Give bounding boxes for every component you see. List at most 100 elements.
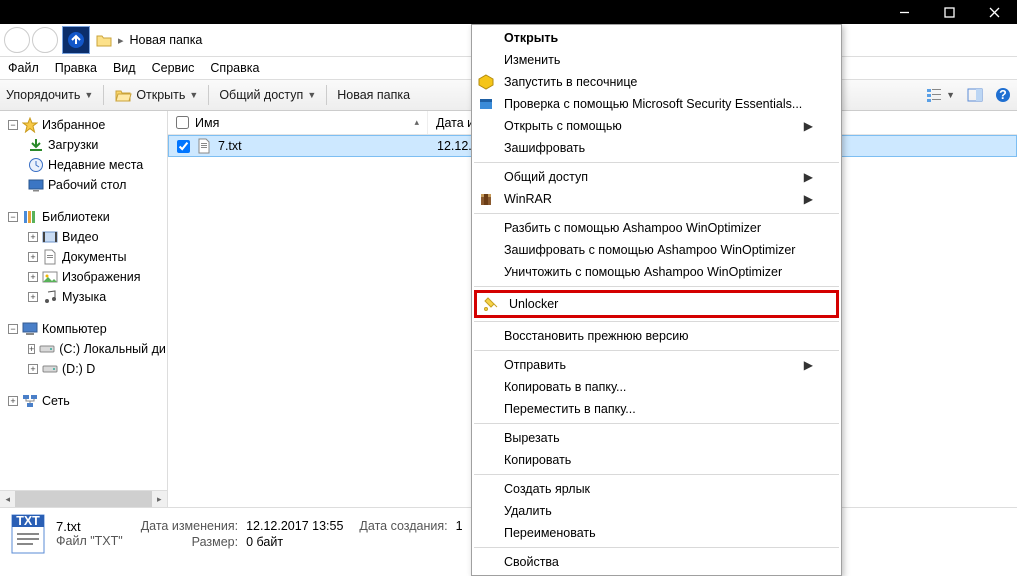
ctx-rename[interactable]: Переименовать: [472, 522, 841, 544]
nav-back-button[interactable]: [4, 27, 30, 53]
breadcrumb[interactable]: ▸ Новая папка: [96, 33, 202, 47]
ctx-open[interactable]: Открыть: [472, 27, 841, 49]
navigation-tree[interactable]: −Избранное Загрузки Недавние места Рабоч…: [0, 111, 168, 507]
tree-downloads[interactable]: Загрузки: [2, 135, 165, 155]
toolbar-help[interactable]: ?: [995, 87, 1011, 103]
toolbar-preview-pane[interactable]: [967, 87, 983, 103]
ctx-restore-version[interactable]: Восстановить прежнюю версию: [472, 325, 841, 347]
chevron-down-icon: ▼: [84, 90, 93, 100]
collapse-icon[interactable]: −: [8, 120, 18, 130]
details-size-value: 0 байт: [246, 535, 343, 549]
ctx-edit[interactable]: Изменить: [472, 49, 841, 71]
svg-text:TXT: TXT: [16, 514, 40, 528]
maximize-button[interactable]: [927, 0, 972, 24]
file-checkbox[interactable]: [177, 140, 190, 153]
ctx-sandbox[interactable]: Запустить в песочнице: [472, 71, 841, 93]
menu-edit[interactable]: Правка: [55, 61, 97, 75]
menu-view[interactable]: Вид: [113, 61, 136, 75]
ctx-mse-scan[interactable]: Проверка с помощью Microsoft Security Es…: [472, 93, 841, 115]
chevron-down-icon: ▼: [307, 90, 316, 100]
minimize-button[interactable]: [882, 0, 927, 24]
ctx-unlocker[interactable]: Unlocker: [477, 293, 836, 315]
details-filename: 7.txt: [56, 519, 123, 534]
toolbar-share[interactable]: Общий доступ▼: [219, 88, 316, 102]
tree-desktop[interactable]: Рабочий стол: [2, 175, 165, 195]
expand-icon[interactable]: +: [28, 292, 38, 302]
menu-file[interactable]: Файл: [8, 61, 39, 75]
context-menu: Открыть Изменить Запустить в песочнице П…: [471, 24, 842, 576]
ctx-cut[interactable]: Вырезать: [472, 427, 841, 449]
toolbar-new-folder[interactable]: Новая папка: [337, 88, 410, 102]
ctx-create-shortcut[interactable]: Создать ярлык: [472, 478, 841, 500]
ctx-wo-split[interactable]: Разбить с помощью Ashampoo WinOptimizer: [472, 217, 841, 239]
open-folder-icon: [114, 86, 132, 104]
expand-icon[interactable]: +: [28, 252, 38, 262]
tree-music[interactable]: +Музыка: [2, 287, 165, 307]
scroll-left-icon[interactable]: ◂: [0, 491, 15, 507]
txt-file-icon: [196, 138, 212, 154]
network-icon: [22, 393, 38, 409]
column-name[interactable]: Имя ▴: [168, 111, 428, 134]
folder-icon: [96, 33, 112, 47]
tree-recent[interactable]: Недавние места: [2, 155, 165, 175]
music-icon: [42, 289, 58, 305]
ctx-encrypt[interactable]: Зашифровать: [472, 137, 841, 159]
tree-images[interactable]: +Изображения: [2, 267, 165, 287]
download-icon: [28, 137, 44, 153]
toolbar-organize[interactable]: Упорядочить▼: [6, 88, 93, 102]
ctx-send-to[interactable]: Отправить▶: [472, 354, 841, 376]
expand-icon[interactable]: +: [28, 364, 38, 374]
expand-icon[interactable]: +: [8, 396, 18, 406]
nav-up-button[interactable]: [62, 26, 90, 54]
select-all-checkbox[interactable]: [176, 116, 189, 129]
help-icon: ?: [995, 87, 1011, 103]
collapse-icon[interactable]: −: [8, 212, 18, 222]
scroll-right-icon[interactable]: ▸: [152, 491, 167, 507]
video-icon: [42, 229, 58, 245]
menu-help[interactable]: Справка: [210, 61, 259, 75]
tree-drive-d[interactable]: +(D:) D: [2, 359, 165, 379]
breadcrumb-folder[interactable]: Новая папка: [130, 33, 203, 47]
window-titlebar: [0, 0, 1017, 24]
tree-drive-c[interactable]: +(C:) Локальный ди: [2, 339, 165, 359]
collapse-icon[interactable]: −: [8, 324, 18, 334]
sandboxie-icon: [478, 74, 494, 90]
ctx-wo-encrypt[interactable]: Зашифровать с помощью Ashampoo WinOptimi…: [472, 239, 841, 261]
preview-pane-icon: [967, 87, 983, 103]
toolbar-open[interactable]: Открыть▼: [114, 86, 198, 104]
ctx-open-with[interactable]: Открыть с помощью▶: [472, 115, 841, 137]
star-icon: [22, 117, 38, 133]
menu-service[interactable]: Сервис: [152, 61, 195, 75]
submenu-arrow-icon: ▶: [804, 358, 813, 372]
details-filetype: Файл "TXT": [56, 534, 123, 548]
horizontal-scrollbar[interactable]: ◂ ▸: [0, 490, 167, 507]
ctx-copy[interactable]: Копировать: [472, 449, 841, 471]
ctx-properties[interactable]: Свойства: [472, 551, 841, 573]
expand-icon[interactable]: +: [28, 232, 38, 242]
tree-libraries[interactable]: −Библиотеки: [2, 207, 165, 227]
tree-favorites[interactable]: −Избранное: [2, 115, 165, 135]
ctx-wo-destroy[interactable]: Уничтожить с помощью Ashampoo WinOptimiz…: [472, 261, 841, 283]
ctx-copy-to-folder[interactable]: Копировать в папку...: [472, 376, 841, 398]
details-created-label: Дата создания:: [359, 519, 447, 533]
file-date: 12.12.: [437, 139, 472, 153]
expand-icon[interactable]: +: [28, 344, 35, 354]
toolbar-view-mode[interactable]: ▼: [926, 87, 955, 103]
details-created-value: 1: [456, 519, 463, 533]
expand-icon[interactable]: +: [28, 272, 38, 282]
ctx-share[interactable]: Общий доступ▶: [472, 166, 841, 188]
ctx-move-to-folder[interactable]: Переместить в папку...: [472, 398, 841, 420]
close-button[interactable]: [972, 0, 1017, 24]
mse-icon: [478, 96, 494, 112]
nav-forward-button[interactable]: [32, 27, 58, 53]
tree-documents[interactable]: +Документы: [2, 247, 165, 267]
scroll-thumb[interactable]: [15, 491, 151, 507]
sort-ascending-icon: ▴: [414, 117, 419, 128]
pictures-icon: [42, 269, 58, 285]
ctx-winrar[interactable]: WinRAR▶: [472, 188, 841, 210]
details-view-icon: [926, 87, 942, 103]
tree-computer[interactable]: −Компьютер: [2, 319, 165, 339]
tree-video[interactable]: +Видео: [2, 227, 165, 247]
tree-network[interactable]: +Сеть: [2, 391, 165, 411]
ctx-delete[interactable]: Удалить: [472, 500, 841, 522]
